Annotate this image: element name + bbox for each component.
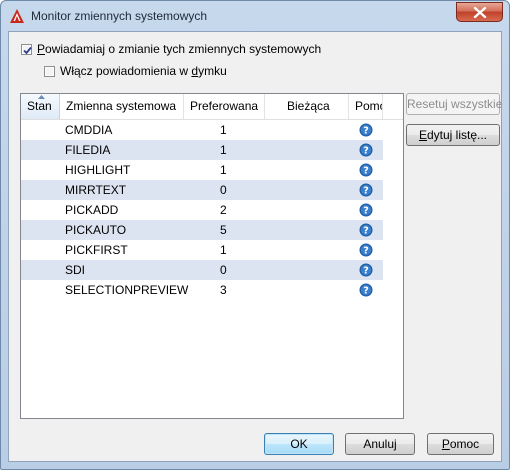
column-header-status[interactable]: Stan	[21, 94, 60, 119]
notify-option[interactable]: Powiadamiaj o zmianie tych zmiennych sys…	[21, 42, 321, 56]
svg-text:?: ?	[363, 266, 369, 277]
table-row[interactable]: CMDDIA 1 ?	[21, 120, 383, 140]
reset-all-button[interactable]: Resetuj wszystkie	[406, 93, 502, 115]
title-bar[interactable]: Monitor zmiennych systemowych	[1, 1, 509, 31]
table-row[interactable]: PICKADD 2 ?	[21, 200, 383, 220]
help-question-icon[interactable]: ?	[359, 143, 373, 157]
help-question-icon[interactable]: ?	[359, 123, 373, 137]
notify-checkbox[interactable]	[21, 43, 32, 55]
variable-name: HIGHLIGHT	[65, 163, 131, 177]
column-header-variable[interactable]: Zmienna systemowa	[60, 94, 184, 119]
dialog-window: Monitor zmiennych systemowych Powiadamia…	[0, 0, 510, 470]
help-button[interactable]: Pomoc	[427, 433, 494, 455]
variable-name: MIRRTEXT	[65, 183, 127, 197]
sort-ascending-icon	[38, 95, 45, 99]
table-row[interactable]: HIGHLIGHT 1 ?	[21, 160, 383, 180]
svg-text:?: ?	[363, 226, 369, 237]
svg-text:?: ?	[363, 166, 369, 177]
help-question-icon[interactable]: ?	[359, 223, 373, 237]
svg-text:?: ?	[363, 286, 369, 297]
variable-name: PICKFIRST	[65, 243, 128, 257]
svg-text:?: ?	[363, 126, 369, 137]
window-title: Monitor zmiennych systemowych	[31, 9, 208, 23]
edit-list-button[interactable]: Edytuj listę...	[406, 124, 500, 146]
table-row[interactable]: SELECTIONPREVIEW 3 ?	[21, 280, 383, 300]
preferred-value: 2	[220, 203, 227, 217]
svg-text:?: ?	[363, 186, 369, 197]
table-row[interactable]: MIRRTEXT 0 ?	[21, 180, 383, 200]
balloon-option[interactable]: Włącz powiadomienia w dymku	[44, 64, 227, 78]
variable-name: SELECTIONPREVIEW	[65, 283, 189, 297]
cancel-button[interactable]: Anuluj	[345, 433, 415, 455]
ok-button[interactable]: OK	[264, 433, 334, 455]
autocad-logo-icon	[9, 8, 25, 24]
svg-text:?: ?	[363, 246, 369, 257]
variable-name: FILEDIA	[65, 143, 111, 157]
preferred-value: 0	[220, 263, 227, 277]
preferred-value: 0	[220, 183, 227, 197]
dialog-body: Powiadamiaj o zmianie tych zmiennych sys…	[8, 31, 502, 462]
variable-name: PICKADD	[65, 203, 119, 217]
close-icon	[473, 7, 487, 18]
check-icon	[23, 46, 32, 54]
close-button[interactable]	[456, 2, 503, 22]
help-question-icon[interactable]: ?	[359, 283, 373, 297]
svg-text:?: ?	[363, 206, 369, 217]
table-row[interactable]: PICKAUTO 5 ?	[21, 220, 383, 240]
table-header: Stan Zmienna systemowa Preferowana Bieżą…	[21, 94, 403, 120]
preferred-value: 1	[220, 243, 227, 257]
preferred-value: 1	[220, 123, 227, 137]
balloon-label: Włącz powiadomienia w dymku	[60, 64, 227, 78]
column-header-current[interactable]: Bieżąca	[265, 94, 349, 119]
variable-name: SDI	[65, 263, 86, 277]
help-question-icon[interactable]: ?	[359, 243, 373, 257]
preferred-value: 5	[220, 223, 227, 237]
column-header-preferred[interactable]: Preferowana	[184, 94, 265, 119]
balloon-checkbox[interactable]	[44, 65, 55, 77]
preferred-value: 3	[220, 283, 227, 297]
help-question-icon[interactable]: ?	[359, 163, 373, 177]
preferred-value: 1	[220, 143, 227, 157]
notify-label: Powiadamiaj o zmianie tych zmiennych sys…	[37, 42, 322, 56]
table-row[interactable]: SDI 0 ?	[21, 260, 383, 280]
variable-name: PICKAUTO	[65, 223, 127, 237]
column-header-help[interactable]: Pomoc	[349, 94, 383, 119]
preferred-value: 1	[220, 163, 227, 177]
svg-text:?: ?	[363, 146, 369, 157]
help-question-icon[interactable]: ?	[359, 263, 373, 277]
sysvar-table[interactable]: Stan Zmienna systemowa Preferowana Bieżą…	[20, 93, 404, 419]
variable-name: CMDDIA	[65, 123, 113, 137]
help-question-icon[interactable]: ?	[359, 183, 373, 197]
help-question-icon[interactable]: ?	[359, 203, 373, 217]
table-row[interactable]: FILEDIA 1 ?	[21, 140, 383, 160]
table-row[interactable]: PICKFIRST 1 ?	[21, 240, 383, 260]
